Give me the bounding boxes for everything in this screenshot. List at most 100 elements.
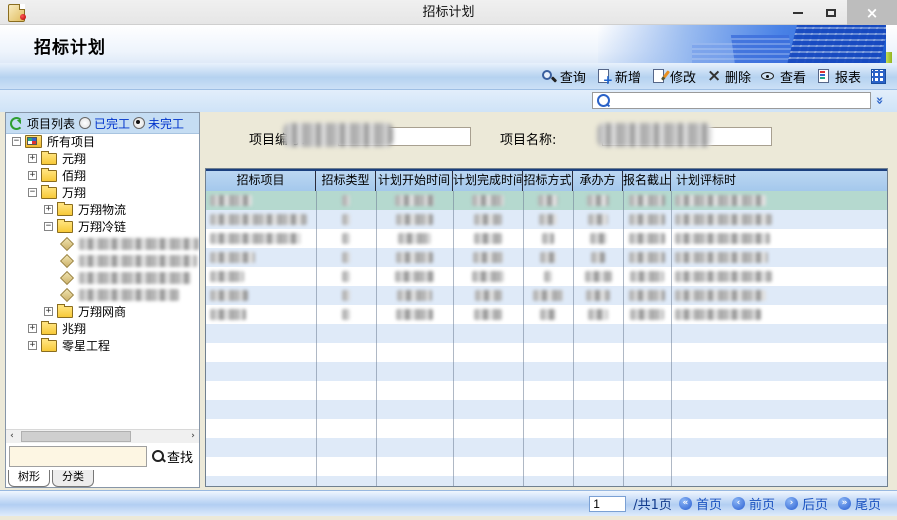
redacted-cell bbox=[395, 271, 435, 282]
expand-toggle-icon[interactable]: + bbox=[44, 205, 53, 214]
table-row-selected[interactable] bbox=[206, 191, 887, 210]
table-row[interactable] bbox=[206, 305, 887, 324]
building-graphic bbox=[787, 25, 886, 63]
page-number-input[interactable] bbox=[589, 496, 626, 512]
redacted-cell bbox=[588, 309, 608, 320]
folder-icon bbox=[57, 306, 73, 318]
grid-icon bbox=[871, 69, 886, 84]
redacted-cell bbox=[342, 252, 350, 263]
quick-search-box[interactable] bbox=[592, 92, 871, 109]
pager-button-后页[interactable]: ›后页 bbox=[785, 494, 828, 513]
page-title: 招标计划 bbox=[34, 33, 106, 58]
table-grid-line bbox=[376, 191, 377, 486]
expand-toggle-icon[interactable]: + bbox=[44, 307, 53, 316]
redacted-cell bbox=[342, 271, 350, 282]
search-icon bbox=[541, 69, 556, 83]
toolbar-button-delete[interactable]: 删除 bbox=[701, 65, 756, 88]
diamond-icon bbox=[60, 253, 74, 267]
tree-item-兆翔[interactable]: + 兆翔 bbox=[6, 320, 199, 337]
report-icon bbox=[816, 69, 831, 83]
toolbar-button-label: 查看 bbox=[780, 67, 806, 86]
tree-item-redacted[interactable] bbox=[6, 252, 199, 269]
tree-item-零星工程[interactable]: +零星工程 bbox=[6, 337, 199, 354]
tree-item-redacted[interactable] bbox=[6, 286, 199, 303]
search-icon bbox=[597, 94, 610, 107]
table-row[interactable] bbox=[206, 267, 887, 286]
tree-item-label: 兆翔 bbox=[62, 320, 86, 337]
redacted-cell bbox=[210, 271, 244, 282]
empty-table-row bbox=[206, 400, 887, 419]
redacted-cell bbox=[629, 290, 664, 301]
toolbar-button-grid[interactable] bbox=[866, 67, 891, 86]
collapse-toggle-icon[interactable]: − bbox=[44, 222, 53, 231]
edit-icon bbox=[651, 69, 666, 83]
toolbar-button-report[interactable]: 报表 bbox=[811, 65, 866, 88]
tree-item-佰翔[interactable]: +佰翔 bbox=[6, 167, 199, 184]
table-row[interactable] bbox=[206, 286, 887, 305]
redacted-cell bbox=[474, 214, 502, 225]
redacted-cell bbox=[472, 195, 505, 206]
maximize-button[interactable] bbox=[814, 0, 847, 25]
refresh-icon[interactable] bbox=[10, 117, 23, 130]
diamond-icon bbox=[60, 270, 74, 284]
redacted-cell bbox=[675, 233, 770, 244]
minimize-button[interactable] bbox=[781, 0, 814, 25]
collapse-toggle-icon[interactable]: − bbox=[12, 137, 21, 146]
redacted-tree-label bbox=[79, 289, 179, 301]
empty-table-row bbox=[206, 381, 887, 400]
collapse-panel-icon[interactable]: « bbox=[873, 96, 888, 104]
expand-toggle-icon[interactable]: + bbox=[28, 171, 37, 180]
tree-find-input[interactable] bbox=[9, 446, 147, 467]
pager-button-首页[interactable]: «首页 bbox=[679, 494, 722, 513]
radio-unchecked[interactable] bbox=[79, 117, 91, 129]
redacted-cell bbox=[210, 195, 252, 206]
toolbar-button-label: 查询 bbox=[560, 67, 586, 86]
page-total-label: /共1页 bbox=[633, 494, 672, 513]
expand-toggle-icon[interactable]: + bbox=[28, 154, 37, 163]
sidebar-tab-分类[interactable]: 分类 bbox=[52, 470, 94, 487]
expand-toggle-icon[interactable]: + bbox=[28, 341, 37, 350]
tree-item-元翔[interactable]: +元翔 bbox=[6, 150, 199, 167]
toolbar-button-edit[interactable]: 修改 bbox=[646, 65, 701, 88]
redacted-cell bbox=[342, 233, 351, 244]
radio-checked[interactable] bbox=[133, 117, 145, 129]
quick-search-input[interactable] bbox=[610, 93, 870, 108]
scrollbar-thumb[interactable] bbox=[21, 431, 131, 442]
tree-item-redacted[interactable] bbox=[6, 235, 199, 252]
redacted-cell bbox=[396, 252, 433, 263]
sidebar-tab-树形[interactable]: 树形 bbox=[8, 470, 50, 487]
toolbar-button-view[interactable]: 查看 bbox=[756, 65, 811, 88]
pager-button-尾页[interactable]: »尾页 bbox=[838, 494, 881, 513]
table-row[interactable] bbox=[206, 248, 887, 267]
tree-item-万翔物流[interactable]: +万翔物流 bbox=[6, 201, 199, 218]
redacted-cell bbox=[585, 271, 612, 282]
maximize-icon bbox=[826, 9, 836, 17]
table-grid-line bbox=[671, 191, 672, 486]
table-row[interactable] bbox=[206, 210, 887, 229]
page-header: 招标计划 bbox=[0, 25, 897, 63]
tree-item-万翔网商[interactable]: +万翔网商 bbox=[6, 303, 199, 320]
redacted-cell bbox=[395, 195, 435, 206]
radio-label[interactable]: 已完工 bbox=[94, 115, 130, 132]
scroll-left-icon[interactable]: ‹ bbox=[6, 430, 18, 443]
redacted-cell bbox=[629, 233, 664, 244]
collapse-toggle-icon[interactable]: − bbox=[28, 188, 37, 197]
tree-item-万翔冷链[interactable]: −万翔冷链 bbox=[6, 218, 199, 235]
horizontal-scrollbar[interactable]: ‹ › bbox=[6, 429, 199, 443]
expand-toggle-icon[interactable]: + bbox=[28, 324, 37, 333]
tree-item-redacted[interactable] bbox=[6, 269, 199, 286]
tree-item-所有项目[interactable]: −所有项目 bbox=[6, 133, 199, 150]
toolbar-button-new[interactable]: 新增 bbox=[591, 65, 646, 88]
pager-button-前页[interactable]: ‹前页 bbox=[732, 494, 775, 513]
radio-label[interactable]: 未完工 bbox=[148, 115, 184, 132]
table-row[interactable] bbox=[206, 229, 887, 248]
scroll-right-icon[interactable]: › bbox=[187, 430, 199, 443]
toolbar-button-search[interactable]: 查询 bbox=[536, 65, 591, 88]
toolbar-button-label: 报表 bbox=[835, 67, 861, 86]
redacted-cell bbox=[398, 233, 430, 244]
tree-item-万翔[interactable]: −万翔 bbox=[6, 184, 199, 201]
redacted-cell bbox=[591, 252, 606, 263]
close-button[interactable]: × bbox=[847, 0, 897, 25]
minimize-icon bbox=[793, 12, 803, 14]
find-button[interactable]: 查找 bbox=[152, 447, 193, 466]
